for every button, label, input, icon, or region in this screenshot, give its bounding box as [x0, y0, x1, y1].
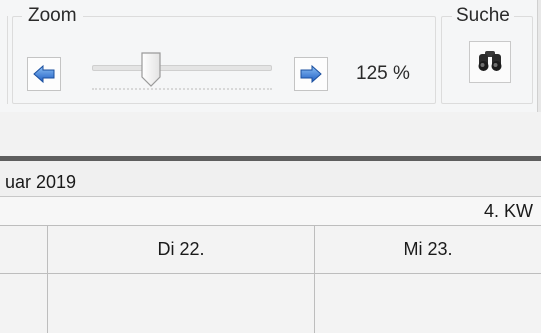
zoom-value: 125 % [356, 63, 410, 84]
zoom-slider-ticks [92, 88, 272, 90]
toolbar-strip [0, 112, 541, 156]
calendar-week-label: 4. KW [484, 201, 534, 221]
search-group-title: Suche [452, 4, 514, 28]
search-button[interactable] [469, 41, 511, 83]
zoom-out-button[interactable] [27, 57, 61, 91]
ribbon-group-previous-edge [0, 16, 8, 104]
calendar-month-label: uar 2019 [5, 172, 77, 192]
calendar-day-header[interactable]: Di 22. [48, 238, 314, 260]
zoom-group [12, 16, 436, 104]
arrow-left-icon [33, 64, 55, 84]
zoom-slider-track[interactable] [92, 65, 272, 71]
calendar-day-header[interactable]: Mi 23. [315, 238, 541, 260]
zoom-in-button[interactable] [294, 57, 328, 91]
zoom-slider-thumb[interactable] [140, 52, 162, 88]
calendar-month-row [0, 161, 541, 197]
ribbon-scroll-edge [537, 0, 541, 112]
ribbon: Zoom 125 % Suche [0, 0, 541, 113]
zoom-group-title: Zoom [22, 4, 83, 28]
calendar-week-row [0, 197, 541, 226]
binoculars-icon [476, 47, 504, 78]
calendar-grid-row[interactable] [0, 274, 541, 333]
arrow-right-icon [300, 64, 322, 84]
